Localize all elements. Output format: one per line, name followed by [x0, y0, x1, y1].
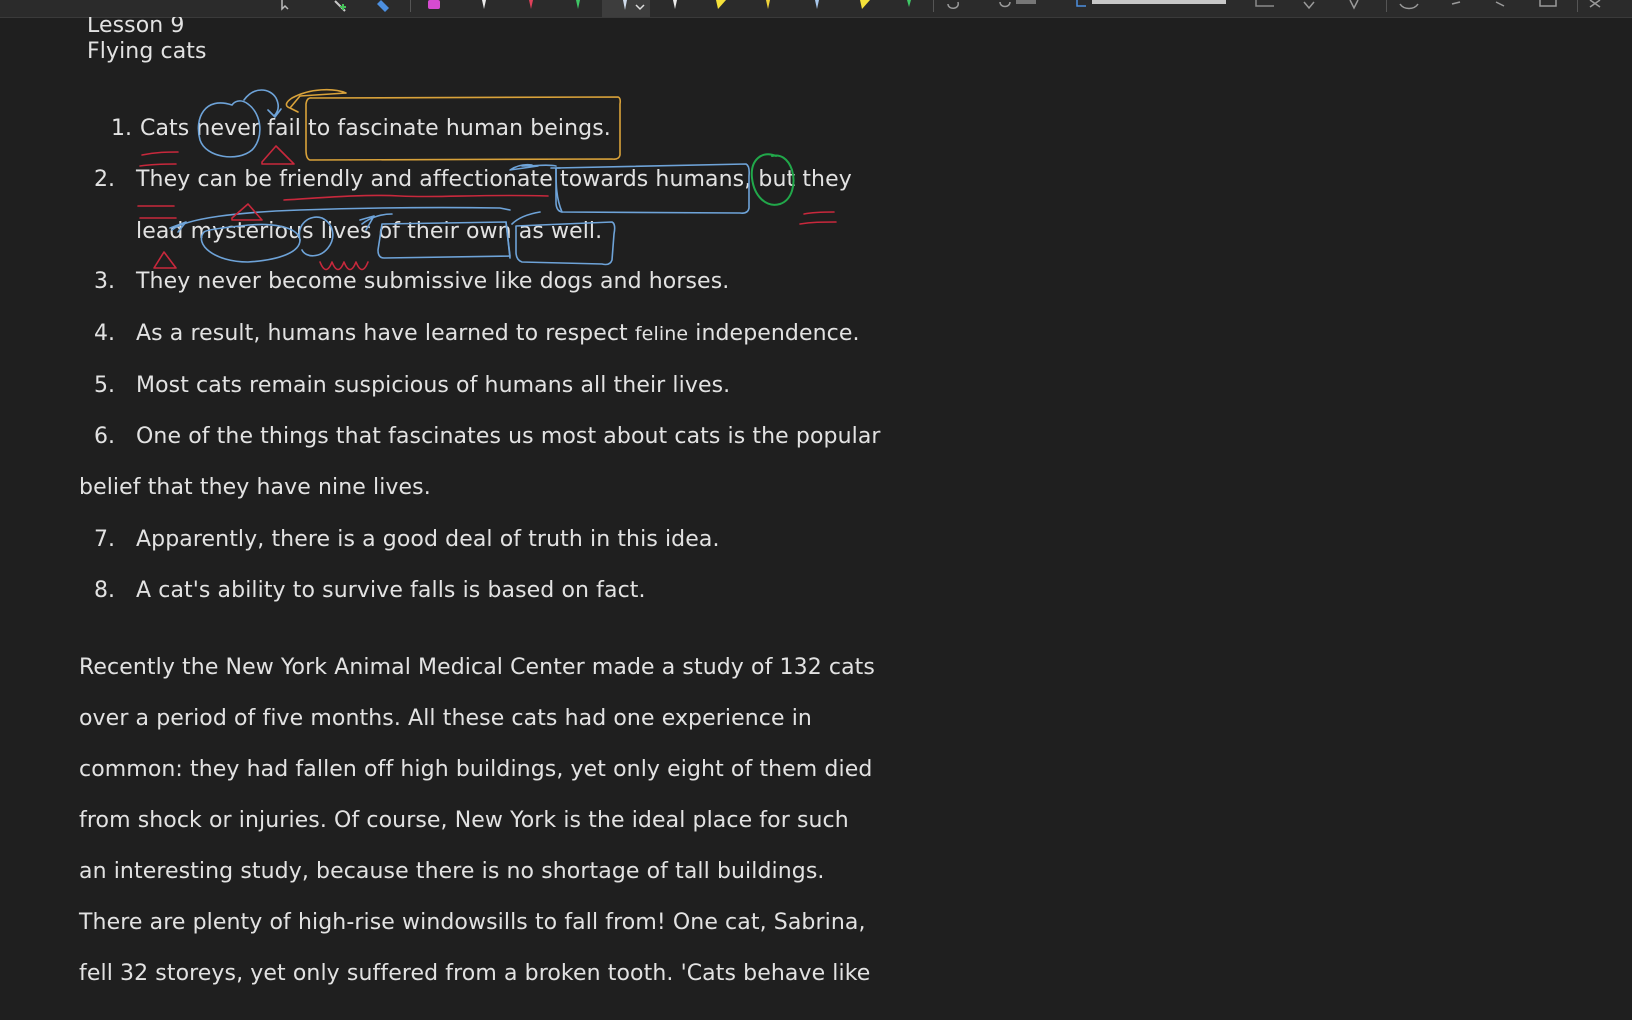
white-pen-icon[interactable]: [482, 0, 486, 9]
list-item-text: They never become submissive like dogs a…: [136, 269, 730, 294]
list-number: 8.: [94, 578, 115, 603]
green-pen-2-icon[interactable]: [907, 0, 911, 7]
yellow-pen-icon[interactable]: [766, 0, 770, 9]
list-item-text: Apparently, there is a good deal of trut…: [136, 527, 720, 552]
lesson-number: Lesson 9: [87, 17, 185, 38]
list-item-text: They can be friendly and affectionate to…: [136, 167, 852, 192]
list-item-text: lead mysterious lives of their own as we…: [136, 219, 603, 244]
list-item-text: As a result, humans have learned to resp…: [136, 321, 860, 346]
paragraph-line: an interesting study, because there is n…: [79, 859, 825, 884]
paragraph-line: from shock or injuries. Of course, New Y…: [79, 808, 849, 833]
list-item-text: A cat's ability to survive falls is base…: [136, 578, 646, 603]
list-item-text: One of the things that fascinates us mos…: [136, 424, 881, 449]
redo-icon[interactable]: [1255, 0, 1274, 7]
add-pen-icon[interactable]: [334, 0, 346, 12]
list-item-text-part: As a result, humans have learned to resp…: [136, 321, 635, 346]
page-title: Flying cats: [87, 39, 207, 64]
paragraph-line: over a period of five months. All these …: [79, 706, 812, 731]
list-number: 7.: [94, 527, 115, 552]
list-item-text-part: independence.: [688, 321, 860, 346]
paragraph-line: common: they had fallen off high buildin…: [79, 757, 873, 782]
list-item-text: belief that they have nine lives.: [79, 475, 431, 500]
paragraph-line: There are plenty of high-rise windowsill…: [79, 910, 866, 935]
purple-pen-icon[interactable]: [428, 0, 440, 9]
undo-icon[interactable]: [999, 0, 1036, 8]
yellow-highlighter-icon[interactable]: [716, 0, 726, 9]
blue-pen-icon[interactable]: [623, 0, 645, 11]
ink-toolbar: [0, 0, 1632, 18]
lasso-icon[interactable]: [947, 1, 959, 9]
cursor-icon[interactable]: [281, 0, 289, 11]
maximize-icon[interactable]: [1539, 0, 1557, 7]
list-item-text: Cats never fail to fascinate human being…: [140, 116, 611, 141]
paragraph-line: fell 32 storeys, yet only suffered from …: [79, 961, 871, 986]
close-icon[interactable]: [1589, 0, 1601, 8]
paragraph-line: Recently the New York Animal Medical Cen…: [79, 655, 875, 680]
red-pen-icon[interactable]: [529, 0, 533, 9]
eraser-icon[interactable]: [377, 0, 389, 12]
list-number: 2.: [94, 167, 115, 192]
notebook-page[interactable]: Lesson 9 Flying cats 1. Cats never fail …: [0, 17, 1632, 1020]
list-number: 6.: [94, 424, 115, 449]
list-number: 5.: [94, 373, 115, 398]
settings-icon[interactable]: [1303, 1, 1315, 10]
font-size-icon[interactable]: [1349, 0, 1359, 10]
list-item-small-word: feline: [634, 323, 689, 345]
list-number: 1.: [111, 116, 132, 141]
list-item-text: Most cats remain suspicious of humans al…: [136, 373, 731, 398]
blue-pen-2-icon[interactable]: [815, 0, 819, 9]
toolbar-icons: [281, 0, 1601, 12]
shapes-icon[interactable]: [1076, 0, 1226, 7]
green-pen-icon[interactable]: [576, 0, 580, 9]
comment-icon[interactable]: [1399, 3, 1419, 10]
forward-icon[interactable]: [1495, 1, 1505, 7]
white-pen-2-icon[interactable]: [673, 0, 677, 9]
list-number: 4.: [94, 321, 115, 346]
list-number: 3.: [94, 269, 115, 294]
back-icon[interactable]: [1451, 1, 1461, 5]
yellow-highlighter-2-icon[interactable]: [860, 0, 870, 9]
